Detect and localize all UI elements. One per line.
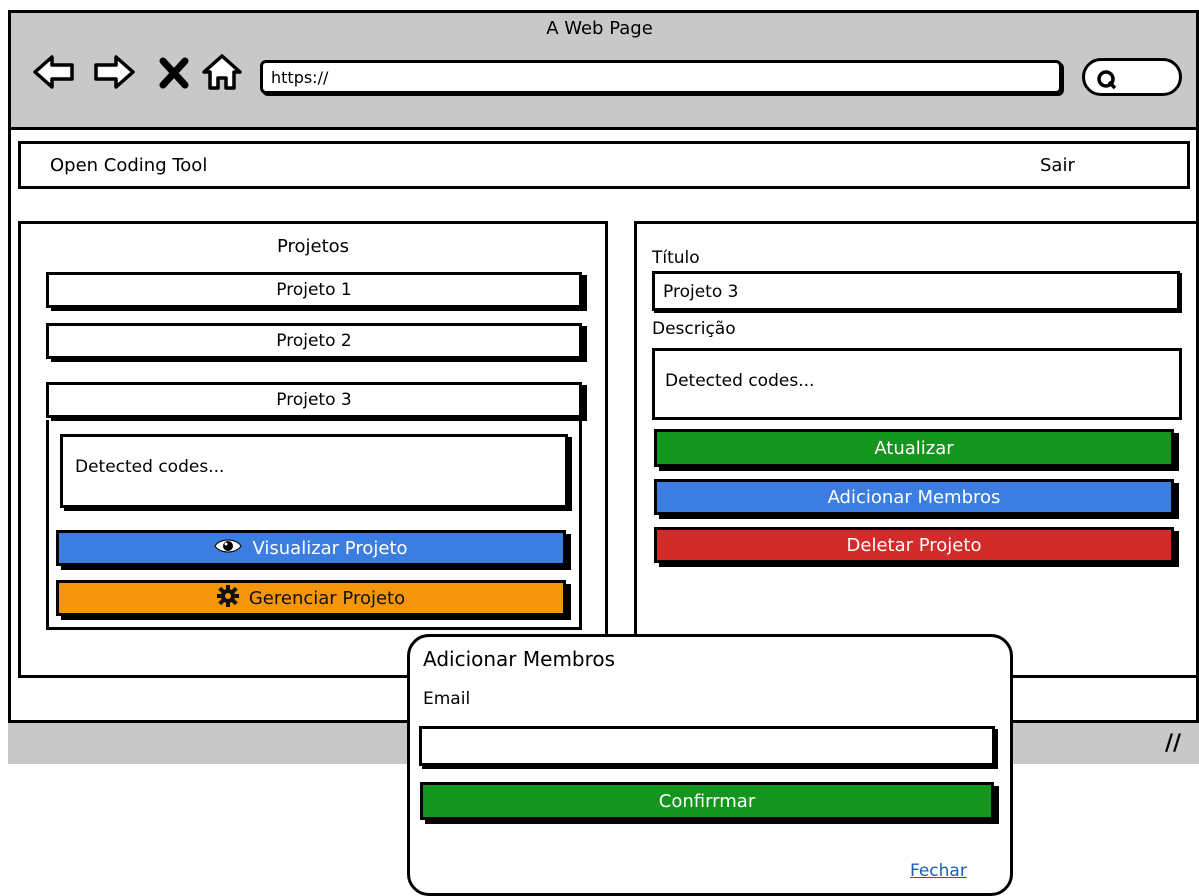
- view-project-button[interactable]: Visualizar Projeto: [56, 530, 566, 566]
- projects-heading: Projetos: [276, 236, 350, 257]
- confirm-button[interactable]: Confirrmar: [420, 782, 994, 820]
- project-item-selected[interactable]: Projeto 3: [46, 382, 582, 418]
- resize-grip-icon[interactable]: //: [1165, 731, 1181, 756]
- modal-title: Adicionar Membros: [423, 647, 616, 671]
- title-input[interactable]: Projeto 3: [652, 271, 1180, 311]
- home-icon[interactable]: [200, 52, 244, 92]
- delete-project-button[interactable]: Deletar Projeto: [654, 527, 1174, 563]
- add-members-button[interactable]: Adicionar Membros: [654, 479, 1174, 515]
- back-arrow-icon[interactable]: [32, 52, 76, 92]
- project-description-box: Detected codes...: [60, 434, 568, 508]
- address-bar[interactable]: https://: [260, 60, 1062, 94]
- title-label: Título: [652, 248, 700, 268]
- browser-search-field[interactable]: [1082, 58, 1182, 96]
- close-link[interactable]: Fechar: [910, 861, 967, 881]
- project-item[interactable]: Projeto 1: [46, 272, 582, 308]
- update-button[interactable]: Atualizar: [654, 429, 1174, 467]
- search-icon: [1097, 70, 1117, 90]
- stop-icon[interactable]: [158, 52, 190, 92]
- logout-link[interactable]: Sair: [1040, 155, 1075, 176]
- description-input[interactable]: Detected codes...: [652, 348, 1182, 420]
- email-field[interactable]: [419, 726, 995, 766]
- description-label: Descrição: [652, 319, 736, 339]
- manage-project-button[interactable]: Gerenciar Projeto: [56, 580, 566, 616]
- app-name: Open Coding Tool: [50, 155, 208, 176]
- view-project-label: Visualizar Projeto: [252, 537, 408, 559]
- email-label: Email: [423, 689, 471, 709]
- project-item[interactable]: Projeto 2: [46, 323, 582, 359]
- forward-arrow-icon[interactable]: [92, 52, 136, 92]
- eye-icon: [214, 537, 243, 560]
- manage-project-label: Gerenciar Projeto: [248, 587, 406, 609]
- gear-icon: [216, 584, 239, 612]
- window-title: A Web Page: [546, 18, 653, 39]
